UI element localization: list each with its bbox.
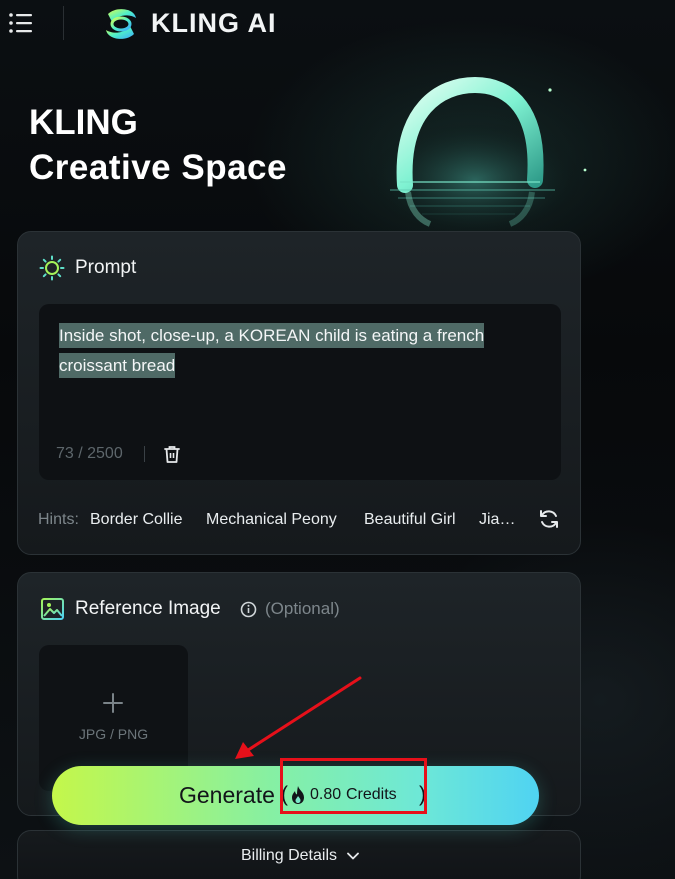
billing-details-label: Billing Details [240,847,338,864]
header-divider [63,6,64,40]
image-icon [41,598,64,620]
logo-text[interactable]: KLING AI [151,8,277,39]
kling-logo-icon[interactable] [100,4,142,44]
hero-title-line2: Creative Space [29,148,287,187]
credits-highlight-box [280,758,427,814]
prompt-textarea[interactable]: Inside shot, close-up, a KOREAN child is… [39,304,561,480]
reference-image-title: Reference Image [75,598,221,619]
top-bar: KLING AI [0,0,675,48]
hint-truncated[interactable]: Jia… [479,511,515,529]
prompt-text-line1: Inside shot, close-up, a KOREAN child is… [59,323,485,348]
prompt-card: Prompt Inside shot, close-up, a KOREAN c… [17,231,581,555]
prompt-text[interactable]: Inside shot, close-up, a KOREAN child is… [59,321,519,381]
prompt-title: Prompt [75,257,137,278]
refresh-icon[interactable] [538,508,560,530]
upload-format-hint: JPG / PNG [78,726,149,742]
annotation-arrow [235,676,362,759]
hero-ring-illustration [365,76,587,240]
chevron-down-icon [347,852,359,860]
hint-beautiful-girl[interactable]: Beautiful Girl [364,511,456,529]
hint-border-collie[interactable]: Border Collie [90,511,182,529]
sun-icon [39,255,65,281]
hero-title-line1: KLING [29,103,138,142]
plus-icon [103,693,123,713]
prompt-text-line2: croissant bread [59,353,176,378]
char-count: 73 / 2500 [56,445,123,462]
generate-label: Generate [179,782,275,808]
hints-label: Hints: [38,511,79,528]
billing-card: Billing Details [17,830,581,879]
hint-mechanical-peony[interactable]: Mechanical Peony [206,511,337,529]
trash-icon[interactable] [163,444,181,464]
billing-details-toggle[interactable]: Billing Details [18,847,582,865]
menu-icon[interactable] [8,12,34,34]
count-divider [144,446,145,462]
info-icon[interactable] [240,601,257,618]
optional-label: (Optional) [265,599,340,618]
